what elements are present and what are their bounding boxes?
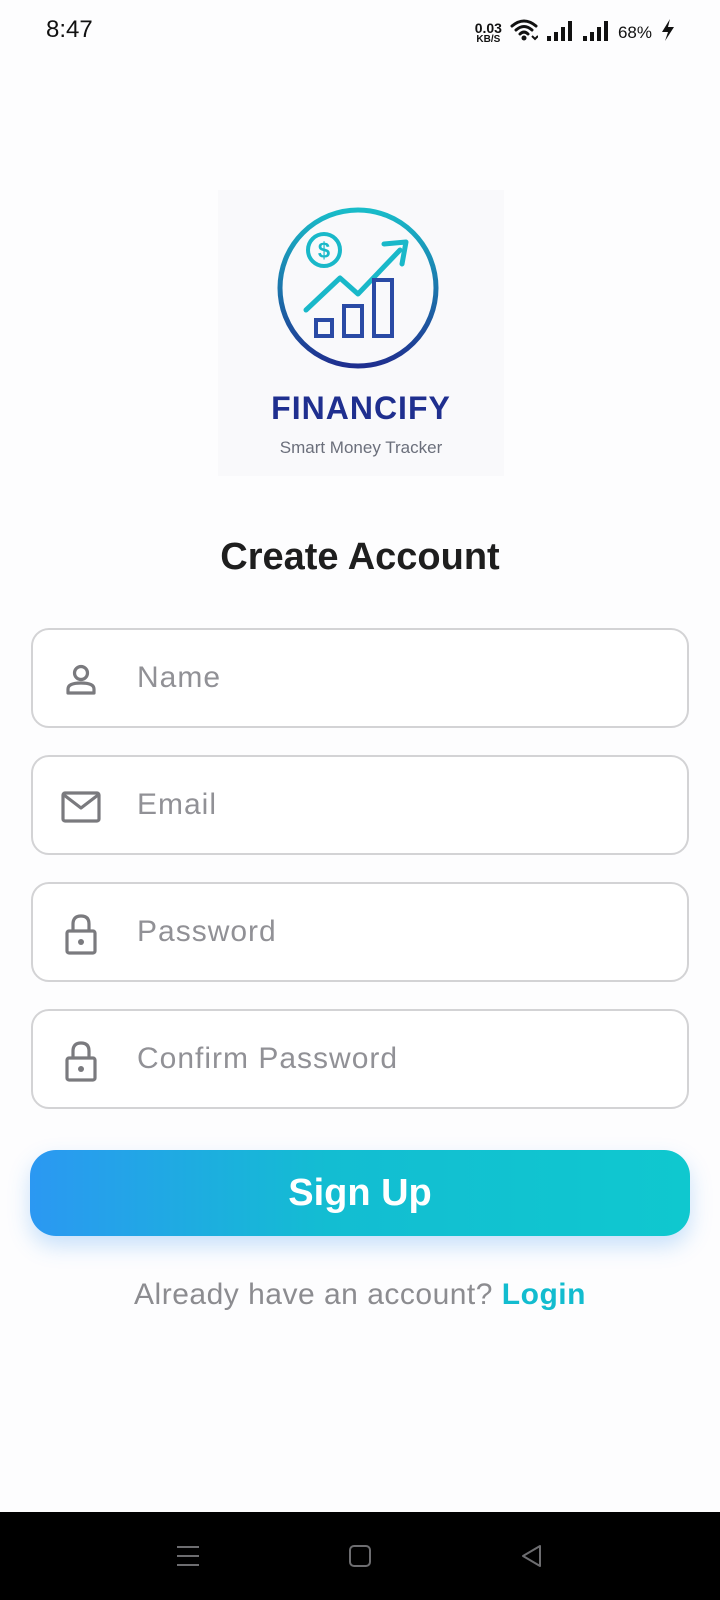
lock-icon [61,914,101,955]
network-speed-unit: KB/S [476,33,501,45]
signup-screen: 8:47 0.03 KB/S 68% $ FINANCIFY Smart Mon… [0,0,720,1600]
page-title: Create Account [220,536,500,578]
status-bar: 8:47 0.03 KB/S 68% [0,0,720,64]
sign-up-button[interactable]: Sign Up [30,1150,690,1236]
home-icon[interactable] [342,1538,378,1574]
confirm-password-field[interactable] [31,1009,689,1109]
wifi-icon [510,18,539,47]
menu-icon[interactable] [170,1538,206,1574]
signal-icon [546,18,574,47]
app-logo: $ FINANCIFY Smart Money Tracker [218,190,504,476]
login-prompt-text: Already have an account? [134,1278,502,1311]
lock-icon [61,1041,101,1082]
finance-growth-icon: $ [277,207,439,369]
person-icon [61,660,101,700]
svg-text:$: $ [318,238,330,263]
email-field[interactable] [31,755,689,855]
confirm-password-input[interactable] [137,1011,667,1107]
status-icons: 0.03 KB/S 68% [475,18,676,47]
login-prompt: Already have an account? Login [0,1278,720,1312]
password-field[interactable] [31,882,689,982]
network-speed: 0.03 KB/S [475,21,502,45]
system-nav-bar [0,1512,720,1600]
battery-percent: 68% [617,22,652,42]
name-field[interactable] [31,628,689,728]
brand-tagline: Smart Money Tracker [279,438,443,457]
login-link[interactable]: Login [502,1278,586,1311]
brand-name: FINANCIFY [271,390,451,426]
charging-icon [660,18,676,47]
signal-icon [582,18,610,47]
network-speed-value: 0.03 [474,19,502,36]
status-time: 8:47 [46,16,93,43]
back-icon[interactable] [514,1538,550,1574]
mail-icon [61,787,101,827]
password-input[interactable] [137,884,667,980]
email-input[interactable] [137,757,667,853]
name-input[interactable] [137,630,667,726]
